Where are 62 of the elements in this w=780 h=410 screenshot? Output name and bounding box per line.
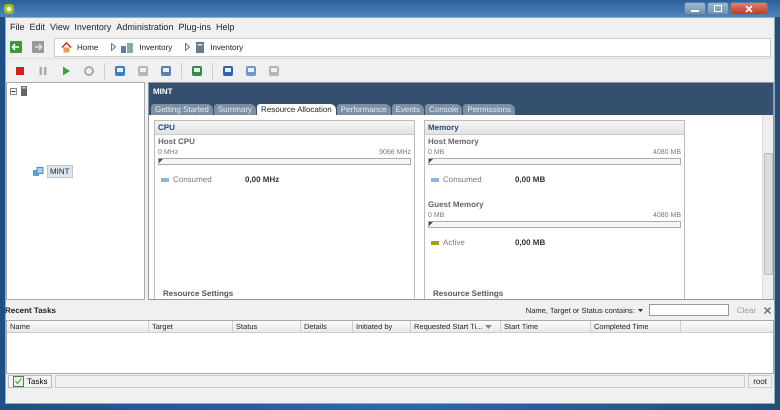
breadcrumb-link[interactable]: Home [77,42,98,52]
menu-item[interactable]: Plug-ins [178,22,211,32]
menu-item[interactable]: Edit [30,22,46,32]
close-icon [745,4,753,12]
section-title: Resource Settings [162,289,234,299]
section-title: Resource Settings [432,289,504,299]
legend-label: Consumed [173,175,213,184]
legend-value: 0,00 MHz [245,175,280,184]
menu-item[interactable]: File [10,22,25,32]
virtual-machine-icon [33,166,44,176]
back-button[interactable] [10,41,22,53]
legend-label: Consumed [443,175,483,184]
vertical-scrollbar[interactable] [762,115,773,299]
window-icon [160,64,172,76]
maximize-button[interactable] [707,2,729,15]
server-icon [21,86,27,96]
menu-item[interactable]: Inventory [74,22,112,32]
breadcrumb-link[interactable]: Inventory [210,42,244,52]
legend-label: Active [443,238,466,247]
menu-item[interactable]: Administration [116,22,174,32]
pause-icon [37,64,49,76]
panel-title: Memory [425,121,684,135]
play-icon [60,64,72,76]
menu-item[interactable]: View [50,22,70,32]
section-title: Host CPU [158,137,196,146]
server-icon [195,42,206,52]
window-icon [245,64,257,76]
panel-title: CPU [155,121,414,135]
checklist-icon [13,376,24,387]
section-title: Host Memory [428,137,480,146]
legend-value: 0,00 MB [515,238,546,247]
ring-icon [83,64,95,76]
menu-item[interactable]: Help [216,22,234,32]
breadcrumb-link[interactable]: Inventory [139,42,172,52]
maximize-icon [714,5,722,12]
caret-icon[interactable] [638,308,643,312]
close-button[interactable] [730,2,768,15]
window-icon [114,64,126,76]
object-title: MINT [152,86,174,96]
filter-field[interactable] [648,304,729,316]
collapse-icon[interactable] [10,88,17,94]
tree-item[interactable]: MINT [47,165,73,178]
pane-title: Recent Tasks [5,306,56,314]
stop-icon [14,64,26,76]
legend-value: 0,00 MB [515,175,546,184]
forward-button[interactable] [32,41,44,53]
servers-icon [121,42,134,52]
window-icon [191,64,203,76]
house-icon [61,42,72,52]
close-button[interactable] [764,306,771,314]
tasks-button[interactable]: Tasks [8,375,52,388]
window-icon [268,64,280,76]
sort-icon [485,324,492,328]
app-icon [3,3,15,15]
window-icon [222,64,234,76]
chevron-icon [111,43,116,51]
chevron-icon [185,43,190,51]
window-icon [137,64,149,76]
section-title: Guest Memory [428,200,485,209]
user-label: root [748,375,772,388]
tab[interactable]: Resource Allocation [257,104,336,115]
minimize-button[interactable] [684,2,706,15]
